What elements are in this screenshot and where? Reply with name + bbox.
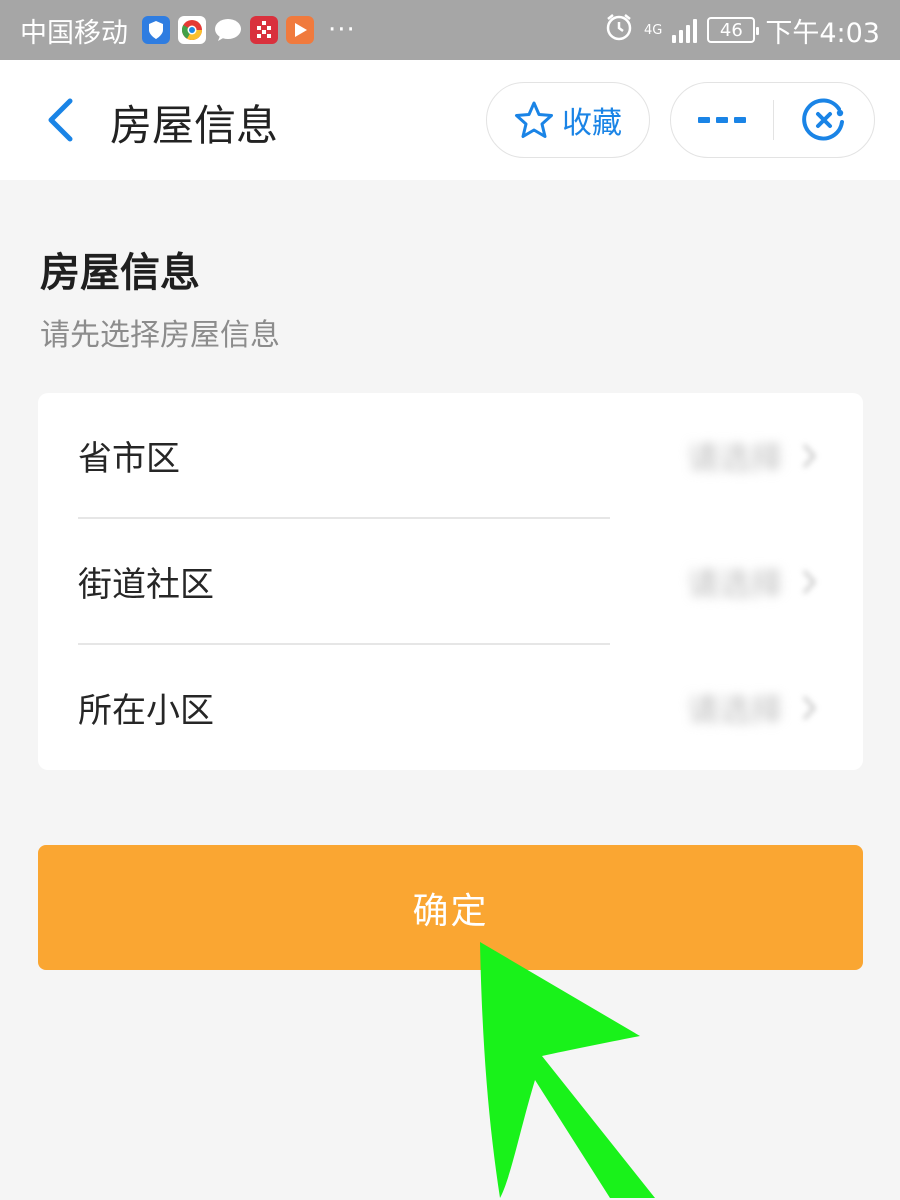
section-subtitle: 请先选择房屋信息: [40, 318, 280, 353]
more-notifications-icon: ···: [328, 15, 356, 45]
chevron-left-icon: [48, 98, 73, 142]
more-dots-icon: [698, 117, 746, 123]
mini-app-capsule: [670, 82, 875, 158]
title-bar: 房屋信息 收藏: [0, 60, 900, 180]
grid-app-icon: [250, 16, 278, 44]
carrier-name: 中国移动: [20, 17, 128, 49]
shield-app-icon: [142, 16, 170, 44]
section-title: 房屋信息: [40, 250, 200, 296]
row-province-city-district[interactable]: 省市区 请选择: [38, 393, 863, 518]
row-value: 请选择: [686, 564, 783, 603]
star-icon: [515, 101, 553, 138]
favorite-label: 收藏: [562, 106, 622, 141]
video-app-icon: [286, 16, 314, 44]
row-value: 请选择: [686, 690, 783, 729]
browser-app-icon: [178, 16, 206, 44]
page-title: 房屋信息: [110, 101, 279, 150]
chevron-right-icon: [797, 688, 821, 728]
row-label: 省市区: [78, 439, 180, 479]
battery-level: 46: [719, 19, 743, 41]
favorite-button[interactable]: 收藏: [486, 82, 650, 158]
chevron-right-icon: [797, 436, 821, 476]
alarm-icon: [604, 12, 634, 49]
battery-icon: 46: [707, 17, 760, 43]
status-bar: 中国移动 ··· 4G 46 下午4:03: [0, 0, 900, 60]
row-value: 请选择: [686, 438, 783, 477]
back-button[interactable]: [30, 90, 90, 150]
close-circle-icon: [802, 98, 844, 141]
row-label: 街道社区: [78, 565, 214, 605]
more-options-button[interactable]: [671, 83, 773, 157]
chevron-right-icon: [797, 562, 821, 602]
row-street-community[interactable]: 街道社区 请选择: [38, 519, 863, 644]
confirm-button[interactable]: 确定: [38, 845, 863, 970]
annotation-arrow-icon: [480, 942, 655, 1198]
signal-strength-icon: [672, 17, 698, 43]
network-type: 4G: [644, 22, 663, 38]
house-info-card: 省市区 请选择 街道社区 请选择 所在小区 请选择: [38, 393, 863, 770]
clock: 下午4:03: [765, 17, 880, 49]
row-residential-complex[interactable]: 所在小区 请选择: [38, 645, 863, 770]
row-label: 所在小区: [78, 691, 214, 731]
close-mini-app-button[interactable]: [774, 83, 874, 157]
chat-bubble-icon: [214, 16, 242, 44]
